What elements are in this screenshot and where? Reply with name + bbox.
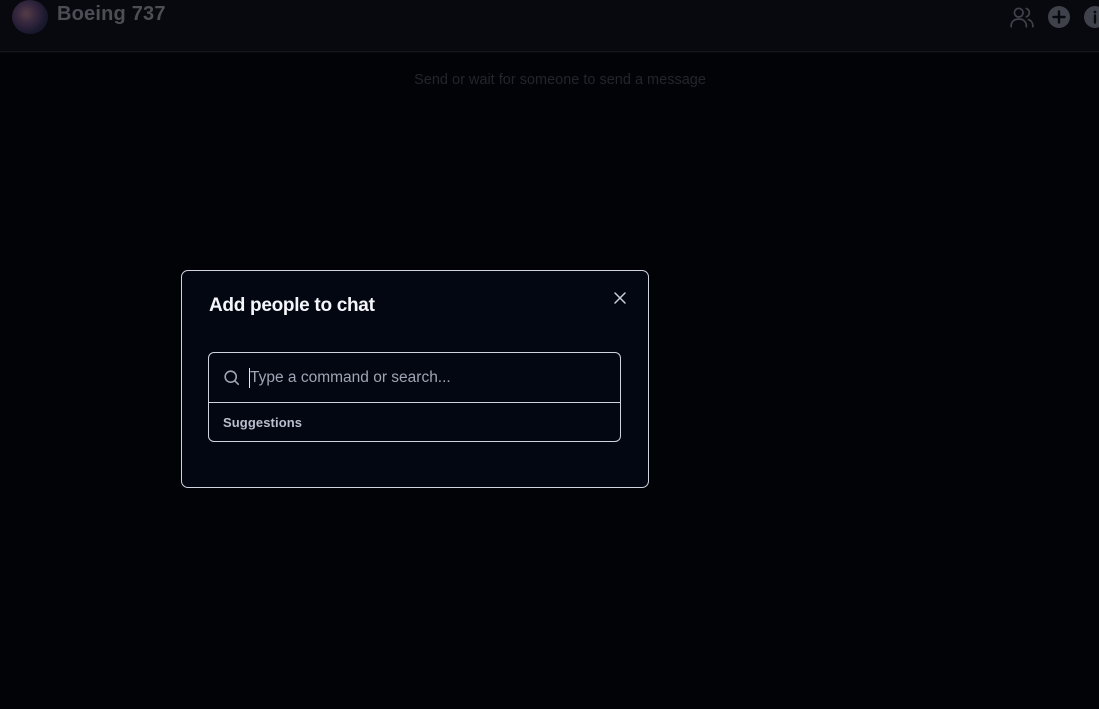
chat-app: Boeing 737 Send or wait for someone to s… — [0, 0, 1099, 709]
info-icon[interactable] — [1082, 4, 1099, 30]
plus-circle-icon[interactable] — [1046, 4, 1072, 30]
suggestions-heading: Suggestions — [223, 415, 303, 430]
empty-chat-message: Send or wait for someone to send a messa… — [414, 72, 706, 88]
chat-title: Boeing 737 — [57, 3, 166, 25]
close-icon — [614, 292, 626, 304]
chat-header: Boeing 737 — [0, 0, 1099, 52]
users-icon[interactable] — [1009, 4, 1035, 30]
chat-avatar[interactable] — [12, 0, 48, 34]
command-palette: Suggestions — [208, 352, 621, 442]
close-button[interactable] — [611, 289, 629, 307]
add-people-dialog: Add people to chat Suggestions — [181, 270, 649, 488]
search-input[interactable] — [249, 364, 605, 391]
search-icon — [224, 370, 240, 386]
search-row — [209, 353, 620, 403]
dialog-title: Add people to chat — [209, 295, 375, 316]
text-caret — [249, 368, 250, 388]
